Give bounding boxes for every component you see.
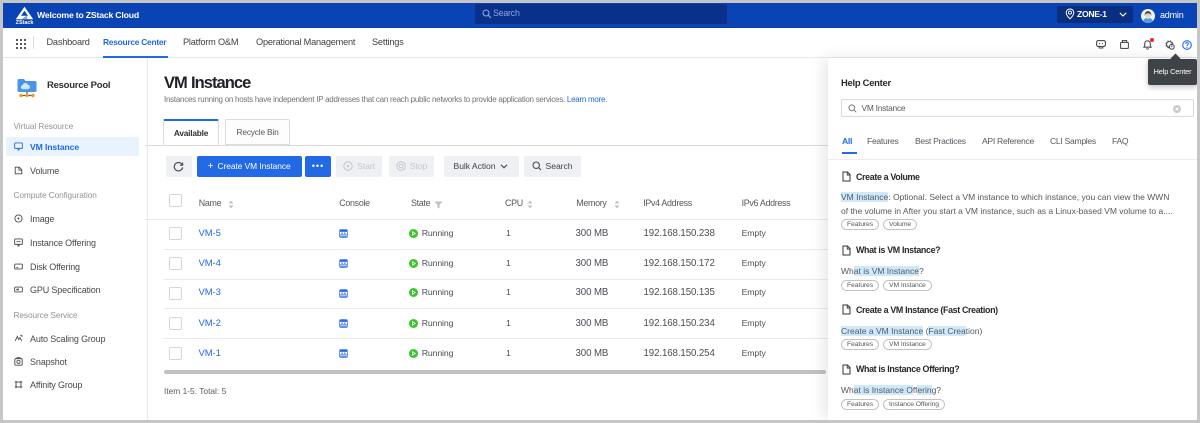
svg-text:ZStack: ZStack	[16, 20, 34, 25]
